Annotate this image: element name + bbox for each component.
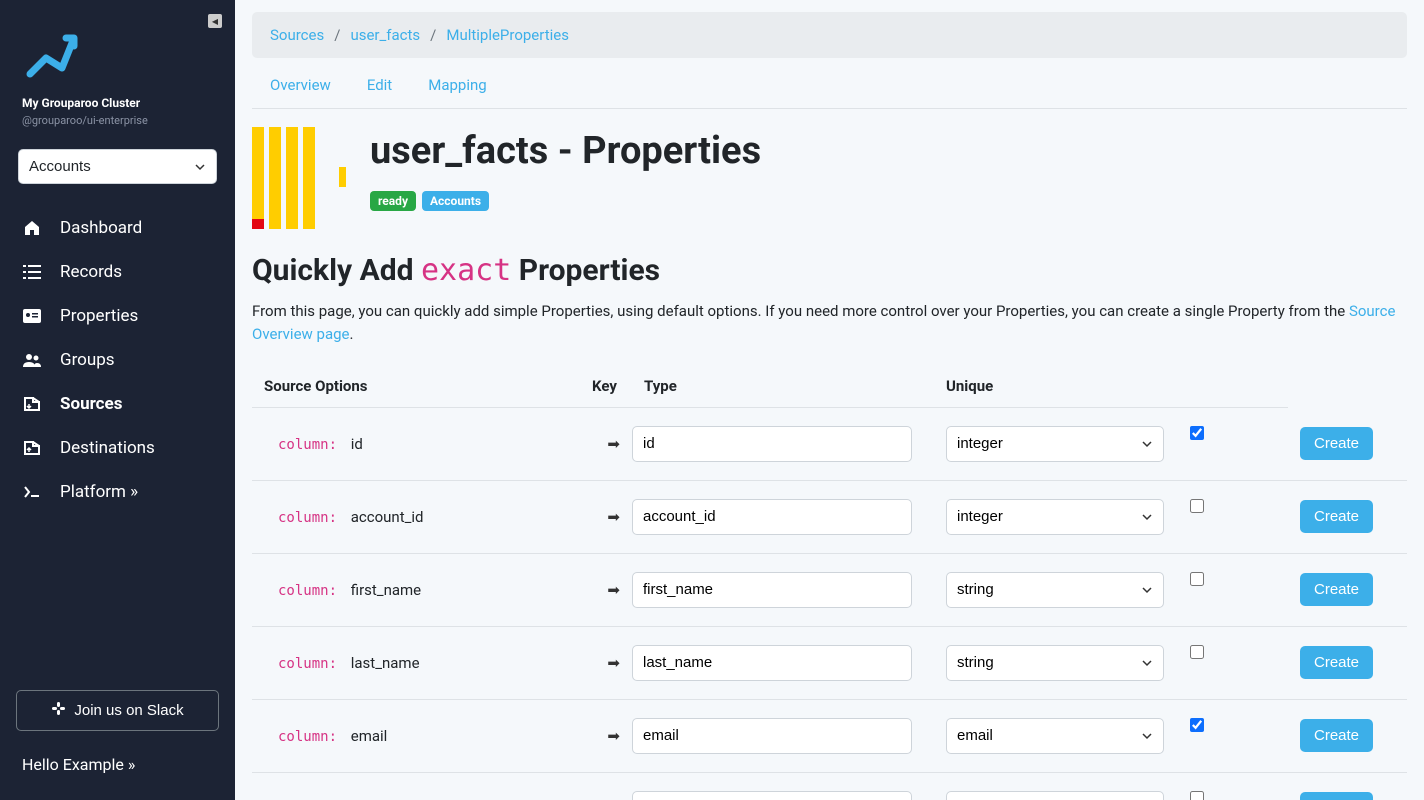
- sidebar-item-label: Groups: [60, 350, 115, 370]
- main-content: Sources/user_facts/MultipleProperties Ov…: [235, 0, 1424, 800]
- account-badge: Accounts: [422, 191, 489, 211]
- breadcrumb: Sources/user_facts/MultipleProperties: [252, 12, 1407, 58]
- sidebar-nav: Dashboard Records Properties Groups Sources D…: [0, 194, 235, 526]
- unique-checkbox[interactable]: [1190, 426, 1204, 440]
- create-button[interactable]: Create: [1300, 427, 1373, 460]
- unique-checkbox[interactable]: [1190, 499, 1204, 513]
- key-input[interactable]: [632, 572, 912, 608]
- key-input[interactable]: [632, 718, 912, 754]
- divider: [252, 108, 1407, 109]
- key-input[interactable]: [632, 645, 912, 681]
- join-slack-button[interactable]: Join us on Slack: [16, 690, 219, 731]
- key-input[interactable]: [632, 791, 912, 800]
- section-description: From this page, you can quickly add simp…: [252, 300, 1407, 347]
- type-select[interactable]: string: [946, 645, 1164, 681]
- create-button[interactable]: Create: [1300, 646, 1373, 679]
- breadcrumb-link[interactable]: Sources: [270, 26, 324, 44]
- create-button[interactable]: Create: [1300, 573, 1373, 606]
- table-row: column: first_name ➡ string Create: [252, 553, 1407, 626]
- column-name: account_id: [351, 508, 424, 526]
- table-row: column: id ➡ integer Create: [252, 407, 1407, 480]
- table-row: column: gender➡stringCreate: [252, 772, 1407, 800]
- breadcrumb-link[interactable]: user_facts: [350, 26, 420, 44]
- sidebar-item-sources[interactable]: Sources: [0, 382, 235, 426]
- column-name: first_name: [351, 581, 421, 599]
- users-icon: [22, 351, 42, 369]
- arrow-right-icon: ➡: [607, 435, 620, 453]
- column-label: column:: [264, 729, 337, 745]
- table-row: column: email ➡ email Create: [252, 699, 1407, 772]
- slack-icon: [51, 701, 66, 720]
- type-select[interactable]: string: [946, 791, 1164, 800]
- slack-button-label: Join us on Slack: [74, 702, 183, 719]
- type-select[interactable]: string: [946, 572, 1164, 608]
- table-row: column: last_name ➡ string Create: [252, 626, 1407, 699]
- arrow-right-icon: ➡: [607, 508, 620, 526]
- import-icon: [22, 395, 42, 413]
- column-label: column:: [264, 437, 337, 453]
- export-icon: [22, 439, 42, 457]
- cluster-subtitle: @grouparoo/ui-enterprise: [22, 114, 213, 127]
- unique-checkbox[interactable]: [1190, 718, 1204, 732]
- arrow-right-icon: ➡: [607, 727, 620, 745]
- unique-checkbox[interactable]: [1190, 572, 1204, 586]
- page-title: user_facts - Properties: [370, 129, 761, 173]
- column-name: last_name: [351, 654, 420, 672]
- key-input[interactable]: [632, 499, 912, 535]
- sidebar-collapse-button[interactable]: [208, 14, 222, 28]
- properties-table-body: column: id➡integerCreatecolumn: account_…: [252, 407, 1407, 800]
- sidebar-item-label: Platform »: [60, 482, 138, 502]
- source-icon: [252, 127, 332, 229]
- type-select[interactable]: email: [946, 718, 1164, 754]
- sidebar-item-label: Records: [60, 262, 122, 282]
- th-source-options: Source Options: [252, 365, 592, 408]
- sidebar-item-platform[interactable]: Platform »: [0, 470, 235, 514]
- sidebar-item-label: Properties: [60, 306, 138, 326]
- tab-mapping[interactable]: Mapping: [428, 76, 486, 94]
- table-row: column: account_id ➡ integer Create: [252, 480, 1407, 553]
- sidebar-item-properties[interactable]: Properties: [0, 294, 235, 338]
- column-label: column:: [264, 656, 337, 672]
- status-badge: ready: [370, 191, 416, 211]
- th-key: Key: [592, 365, 632, 408]
- column-name: email: [351, 727, 388, 745]
- create-button[interactable]: Create: [1300, 719, 1373, 752]
- column-label: column:: [264, 583, 337, 599]
- cluster-name: My Grouparoo Cluster: [22, 96, 213, 110]
- arrow-right-icon: ➡: [607, 654, 620, 672]
- sidebar-item-dashboard[interactable]: Dashboard: [0, 206, 235, 250]
- sidebar-item-label: Destinations: [60, 438, 155, 458]
- account-select[interactable]: Accounts: [18, 149, 217, 184]
- column-name: id: [351, 435, 363, 453]
- breadcrumb-link[interactable]: MultipleProperties: [446, 26, 569, 44]
- tab-edit[interactable]: Edit: [367, 76, 392, 94]
- user-greeting-link[interactable]: Hello Example »: [0, 747, 235, 800]
- column-label: column:: [264, 510, 337, 526]
- sidebar-item-label: Dashboard: [60, 218, 142, 238]
- sidebar-item-label: Sources: [60, 394, 122, 414]
- sidebar: My Grouparoo Cluster @grouparoo/ui-enter…: [0, 0, 235, 800]
- section-title: Quickly Add exact Properties: [252, 253, 1407, 288]
- sidebar-item-destinations[interactable]: Destinations: [0, 426, 235, 470]
- sidebar-item-groups[interactable]: Groups: [0, 338, 235, 382]
- create-button[interactable]: Create: [1300, 500, 1373, 533]
- properties-table: Source Options Key Type Unique column: i…: [252, 365, 1407, 800]
- id-card-icon: [22, 307, 42, 325]
- arrow-right-icon: ➡: [607, 581, 620, 599]
- type-select[interactable]: integer: [946, 426, 1164, 462]
- th-type: Type: [632, 365, 934, 408]
- terminal-icon: [22, 483, 42, 501]
- tab-overview[interactable]: Overview: [270, 76, 331, 94]
- unique-checkbox[interactable]: [1190, 645, 1204, 659]
- logo: [22, 28, 213, 84]
- type-select[interactable]: integer: [946, 499, 1164, 535]
- home-icon: [22, 219, 42, 237]
- create-button[interactable]: Create: [1300, 792, 1373, 800]
- key-input[interactable]: [632, 426, 912, 462]
- th-unique: Unique: [934, 365, 1178, 408]
- list-icon: [22, 263, 42, 281]
- unique-checkbox[interactable]: [1190, 791, 1204, 800]
- sidebar-item-records[interactable]: Records: [0, 250, 235, 294]
- tabs: Overview Edit Mapping: [252, 58, 1407, 108]
